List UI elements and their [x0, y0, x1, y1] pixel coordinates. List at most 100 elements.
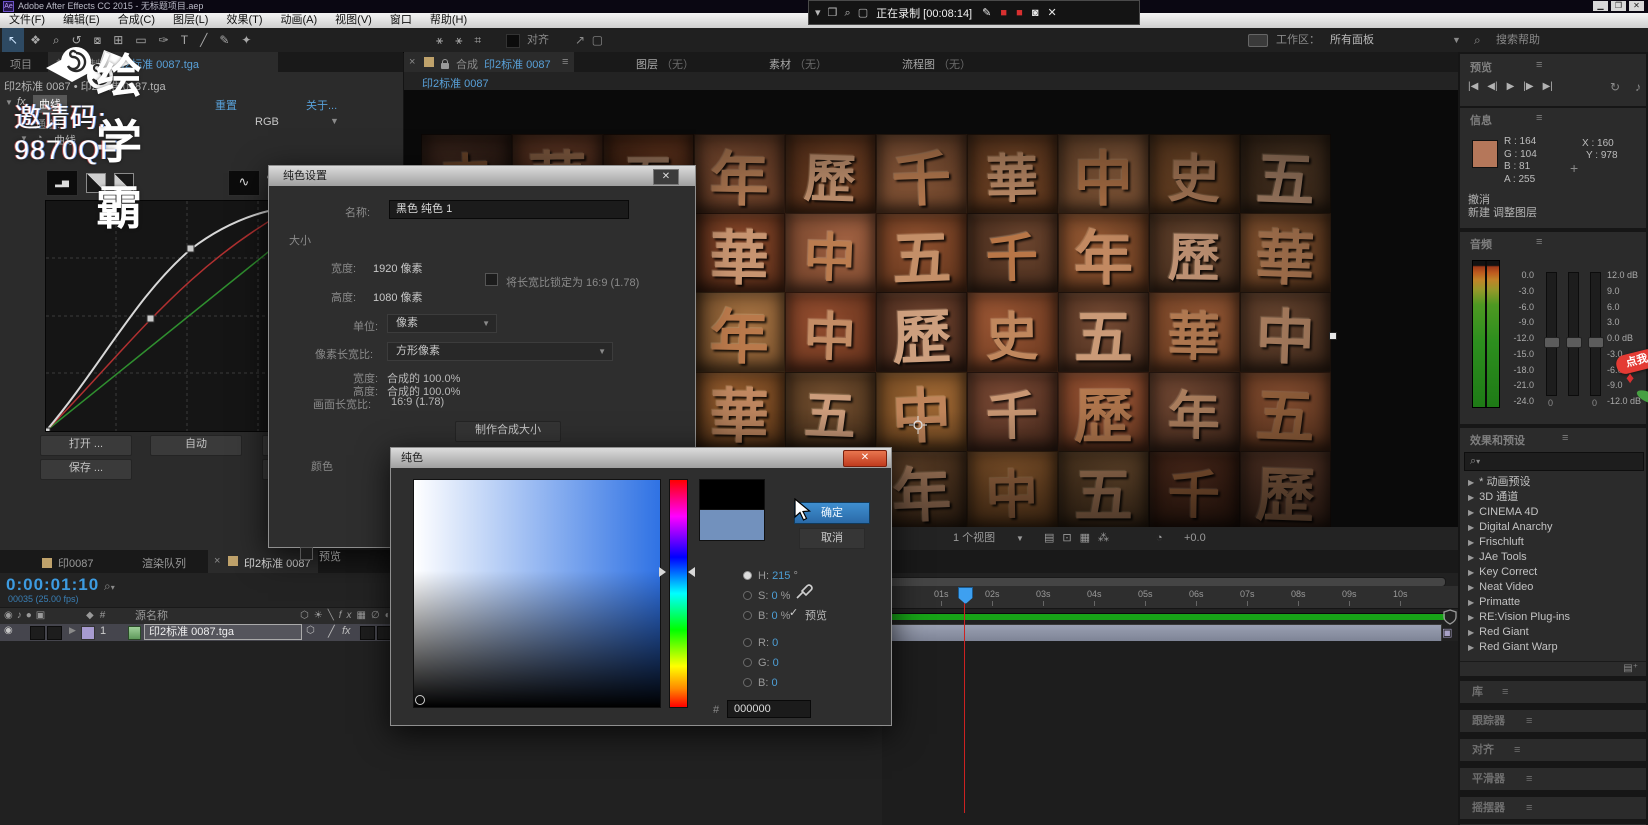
collapsed-panel-跟踪器[interactable]: 跟踪器≡ — [1460, 710, 1646, 732]
panel-menu-icon[interactable]: ≡ — [1502, 681, 1508, 703]
panel-menu-icon[interactable]: ≡ — [1526, 768, 1532, 790]
dialog-close-icon[interactable]: ✕ — [653, 169, 679, 185]
effects-category-11[interactable]: ▶Red Giant Warp — [1460, 640, 1646, 655]
panel-menu-icon[interactable]: ≡ — [1526, 710, 1532, 732]
layer-handle[interactable] — [1329, 332, 1337, 340]
brush-tool[interactable]: ✎ — [213, 28, 235, 52]
radio-dot-icon[interactable] — [743, 571, 752, 580]
search-icon[interactable]: ⌕ — [1474, 28, 1481, 52]
audio-slider-center[interactable] — [1568, 272, 1579, 396]
fx-switch-icon[interactable]: fx — [342, 625, 351, 637]
effects-category-1[interactable]: ▶3D 通道 — [1460, 490, 1646, 505]
cancel-button[interactable]: 取消 — [799, 528, 865, 549]
align-swatch[interactable] — [506, 34, 520, 48]
radio-dot-icon[interactable] — [743, 658, 752, 667]
transport-button-0[interactable]: |◀ — [1468, 81, 1478, 92]
recorder-action-icon-2[interactable]: ■ — [1016, 7, 1032, 19]
effects-category-4[interactable]: ▶Frischluft — [1460, 535, 1646, 550]
lock-icon[interactable] — [441, 63, 449, 69]
effects-presets-menu-icon[interactable]: ≡ — [1562, 432, 1568, 444]
save-button[interactable]: 保存 ... — [40, 459, 132, 480]
effect-expand-icon[interactable]: ▼ — [5, 98, 13, 107]
view-count-dropdown-icon[interactable]: ▼ — [1016, 527, 1024, 550]
transport-button-1[interactable]: ◀| — [1487, 81, 1497, 92]
zoom-tool[interactable]: ⌕ — [47, 28, 66, 52]
frame-blend-icon[interactable]: ▣ — [1442, 626, 1452, 639]
collapsed-panel-摇摆器[interactable]: 摇摆器≡ — [1460, 797, 1646, 819]
transport-button-4[interactable]: ▶| — [1543, 81, 1553, 92]
effects-category-6[interactable]: ▶Key Correct — [1460, 565, 1646, 580]
viewer-footer-icons[interactable]: ▤⊡▦⁂ — [1044, 527, 1117, 550]
make-comp-size-button[interactable]: 制作合成大小 — [455, 421, 561, 442]
anchor-point-icon[interactable] — [909, 416, 927, 434]
tab-comp-0087[interactable]: 印0087 — [42, 555, 93, 571]
recorder-action-icon-0[interactable]: ✎ — [982, 7, 1000, 19]
workspace-dropdown-icon[interactable]: ▼ — [1452, 28, 1461, 52]
effect-name[interactable]: 曲线 — [33, 95, 67, 113]
puppet-pin-tool[interactable]: ✦ — [235, 28, 257, 52]
hue-marker-right[interactable] — [688, 567, 695, 577]
layer-switch-box-1[interactable] — [30, 626, 45, 640]
quality-icon[interactable]: ⬡ — [306, 625, 315, 636]
axis-icon-0[interactable]: ⚹ — [430, 28, 449, 52]
panel-menu-icon[interactable]: ≡ — [1514, 739, 1520, 761]
effects-category-2[interactable]: ▶CINEMA 4D — [1460, 505, 1646, 520]
preview-check-icon[interactable]: ✓ — [789, 606, 798, 619]
color-field-value[interactable]: 0 — [773, 657, 779, 669]
loop-icon[interactable]: ↻ — [1610, 80, 1620, 94]
color-field-value[interactable]: 215 — [772, 570, 790, 582]
minimize-button[interactable]: ▁ — [1593, 1, 1608, 11]
view-count[interactable]: 1 个视图 — [953, 527, 995, 550]
width-value[interactable]: 1920 像素 — [373, 260, 423, 276]
color-field-value[interactable]: 0 — [772, 637, 778, 649]
exposure-icon[interactable]: ◔ — [1156, 527, 1163, 550]
menu-item-3[interactable]: 图层(L) — [164, 14, 217, 26]
recorder-icon-3[interactable]: ▢ — [858, 7, 870, 19]
effects-category-5[interactable]: ▶JAe Tools — [1460, 550, 1646, 565]
preview-menu-icon[interactable]: ≡ — [1536, 59, 1542, 71]
tab-effect-controls[interactable]: 效果控制 印2标准 0087.tga — [48, 52, 278, 72]
tab-footage[interactable]: 素材 （无） — [769, 56, 827, 72]
collapsed-panel-平滑器[interactable]: 平滑器≡ — [1460, 768, 1646, 790]
units-dropdown[interactable]: 像素 ▼ — [387, 314, 497, 333]
color-field-4[interactable]: G: 0 — [743, 653, 798, 673]
layer-expand-icon[interactable]: ▶ — [69, 625, 76, 636]
audio-toggle-icon[interactable]: ♪ — [1635, 80, 1641, 94]
workspace-icon[interactable] — [1248, 34, 1268, 47]
recorder-icon-2[interactable]: ⌕ — [845, 7, 858, 19]
menu-item-8[interactable]: 帮助(H) — [421, 14, 476, 26]
menu-item-7[interactable]: 窗口 — [381, 14, 421, 26]
radio-dot-icon[interactable] — [743, 611, 752, 620]
effects-category-8[interactable]: ▶Primatte — [1460, 595, 1646, 610]
menu-item-1[interactable]: 编辑(E) — [54, 14, 109, 26]
solid-settings-titlebar[interactable]: 纯色设置 ✕ — [269, 166, 695, 186]
transport-button-2[interactable]: ▶ — [1507, 81, 1515, 92]
preview-checkbox[interactable] — [300, 547, 313, 560]
audio-menu-icon[interactable]: ≡ — [1536, 236, 1542, 248]
menu-item-2[interactable]: 合成(C) — [109, 14, 164, 26]
tab-render-queue[interactable]: 渲染队列 — [142, 555, 186, 571]
radio-dot-icon[interactable] — [743, 678, 752, 687]
hex-input[interactable]: 000000 — [727, 700, 811, 718]
histogram-icon[interactable]: ▂▅ — [46, 170, 78, 196]
axis-icon-2[interactable]: ⌗ — [468, 28, 487, 52]
layer-switch-box-3[interactable] — [360, 626, 375, 640]
recorder-icon-0[interactable]: ▾ — [815, 7, 828, 19]
radio-dot-icon[interactable] — [743, 638, 752, 647]
hue-strip[interactable] — [669, 479, 688, 708]
layer-duration-bar[interactable] — [882, 624, 1442, 642]
effects-category-7[interactable]: ▶Neat Video — [1460, 580, 1646, 595]
curve-tool-icon[interactable]: ∿ — [228, 170, 260, 196]
close-tab-icon[interactable]: × — [409, 56, 415, 68]
layer-search-icon[interactable]: ⌕▾ — [104, 579, 115, 594]
gradient-swatch-icon[interactable] — [86, 173, 106, 193]
open-button[interactable]: 打开 ... — [40, 435, 132, 456]
effects-search-input[interactable]: ⌕▾ — [1464, 452, 1644, 471]
layer-switch-box-2[interactable] — [47, 626, 62, 640]
color-picker-titlebar[interactable]: 纯色 ✕ — [391, 448, 891, 468]
stopwatch-icon[interactable]: ◔ — [36, 132, 43, 144]
effects-category-3[interactable]: ▶Digital Anarchy — [1460, 520, 1646, 535]
layer-eye-icon[interactable]: ◉ — [4, 625, 13, 636]
viewer-tab[interactable]: 印2标准 0087 — [422, 75, 489, 91]
tab-composition[interactable]: × 合成 印2标准 0087 ≡ — [404, 52, 574, 72]
